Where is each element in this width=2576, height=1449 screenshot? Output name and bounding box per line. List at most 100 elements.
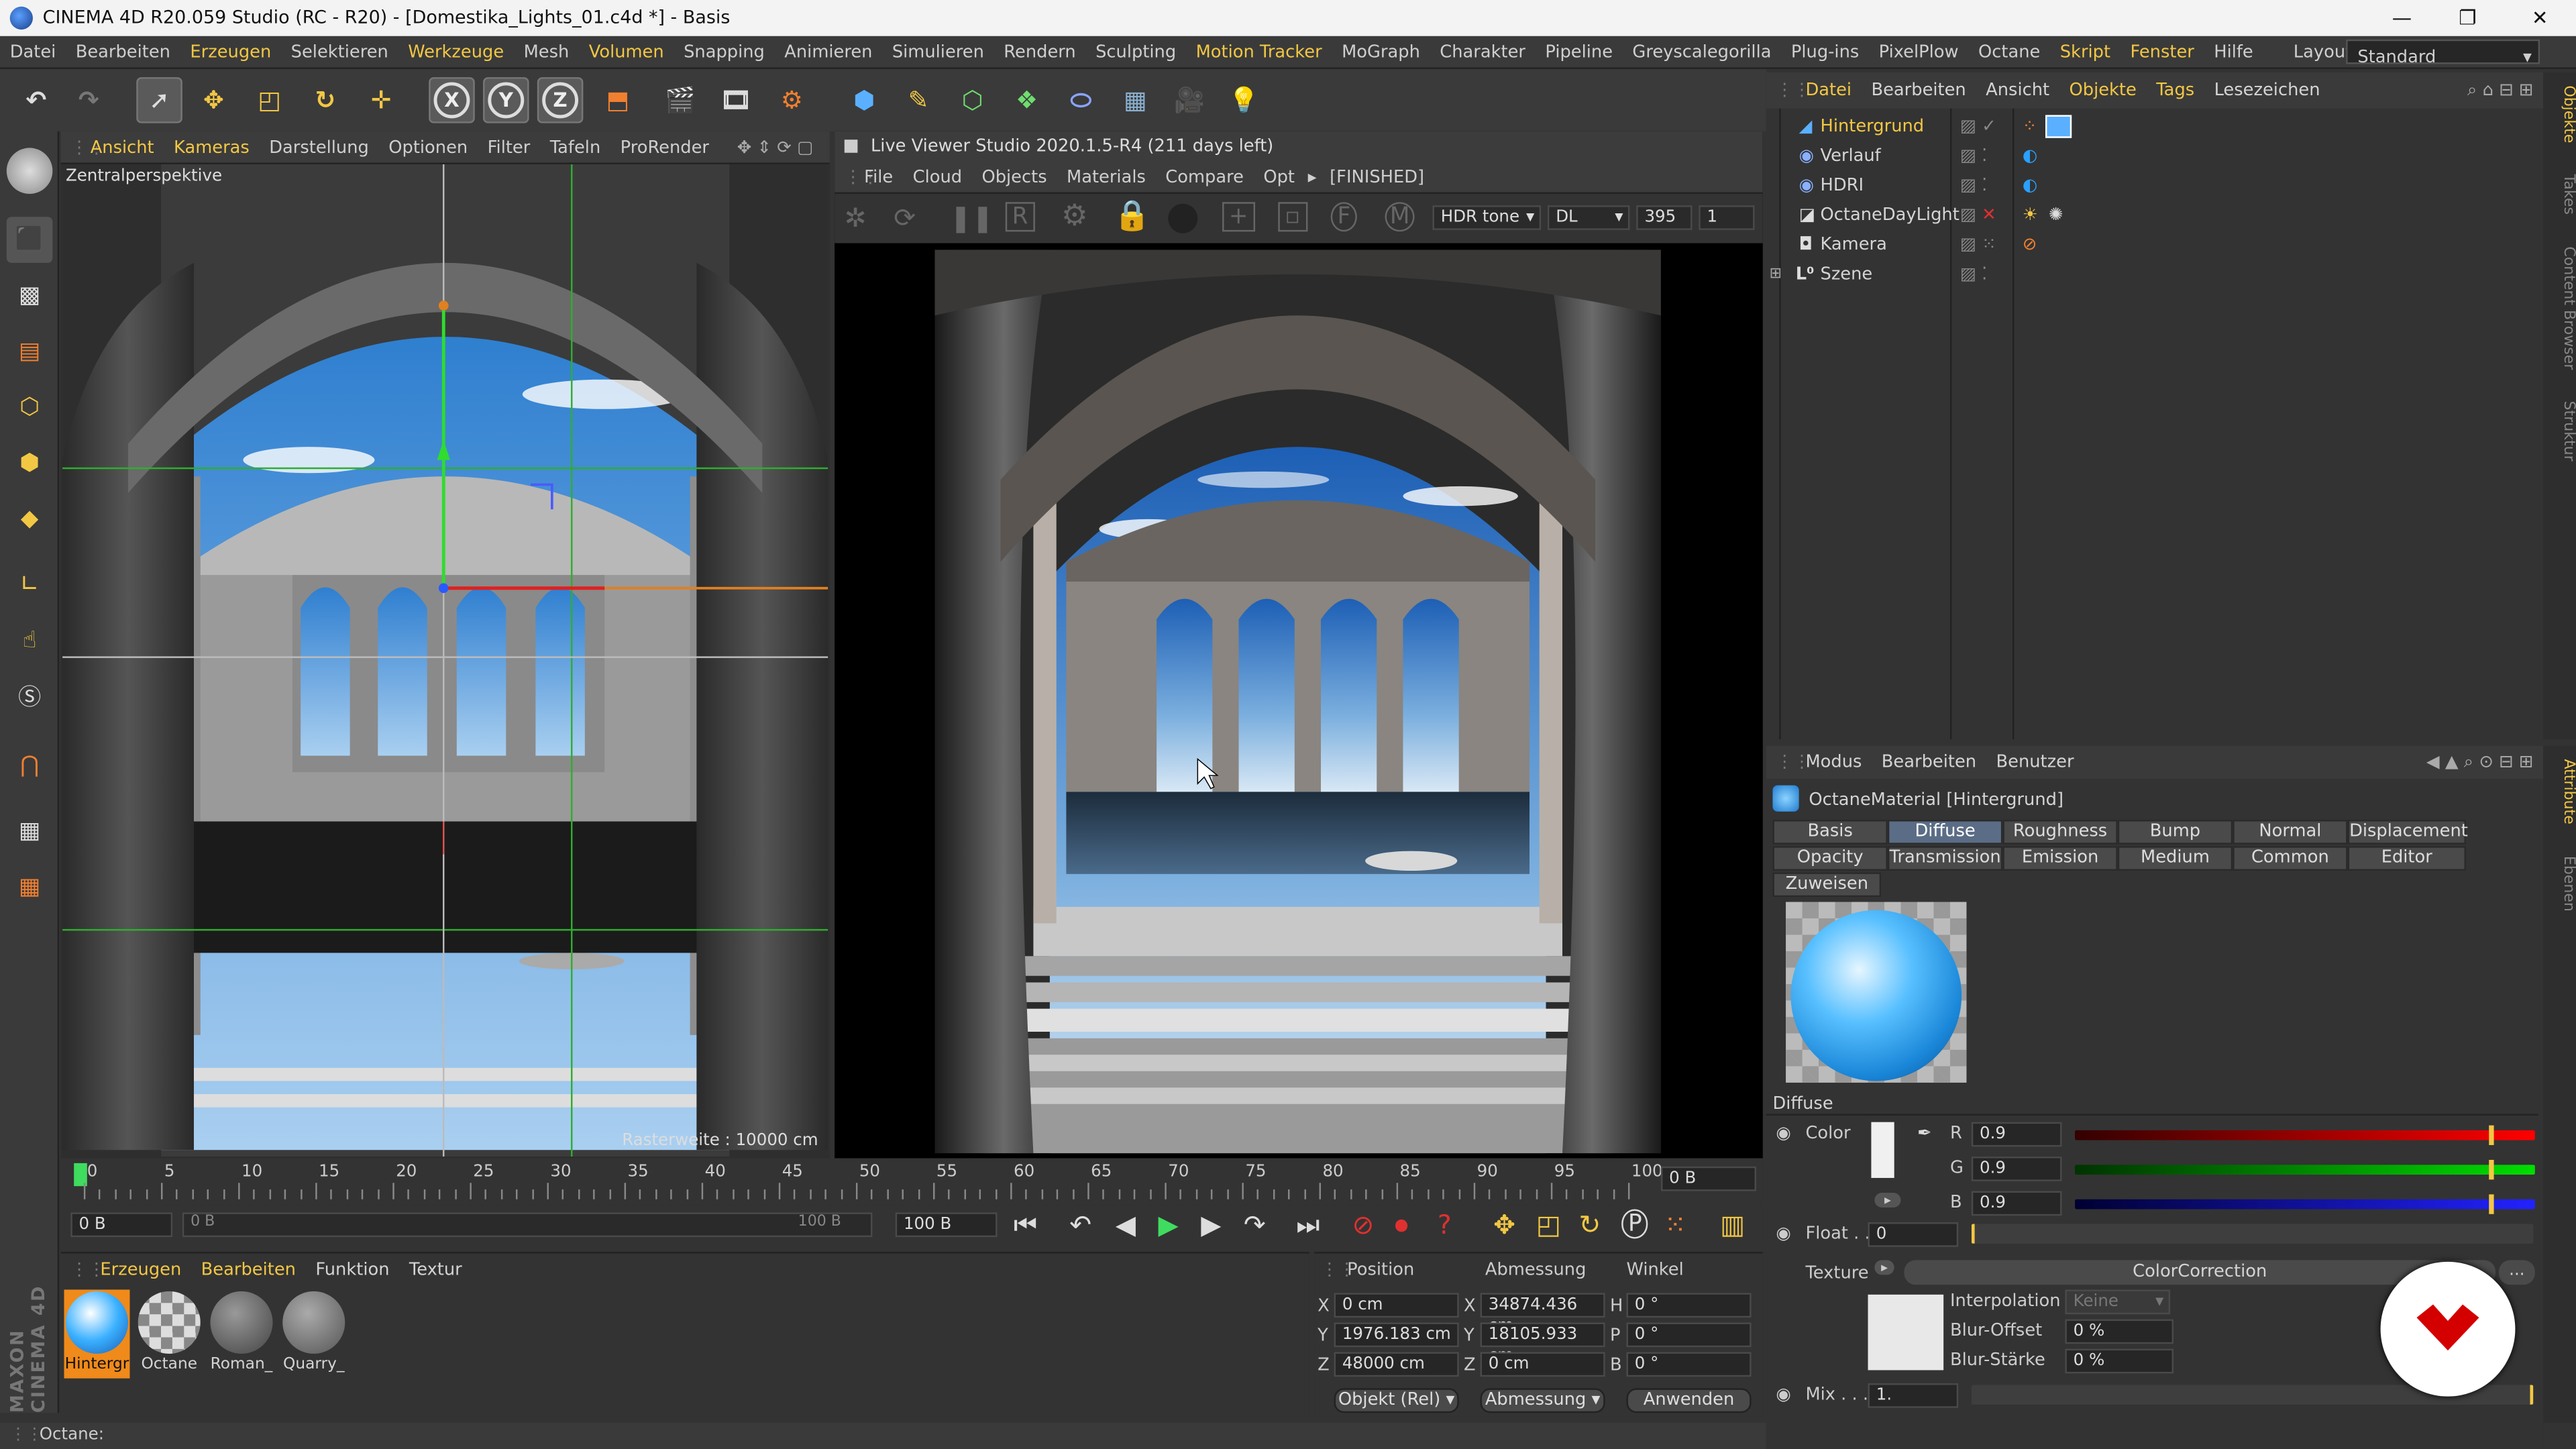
- menu-simulieren[interactable]: Simulieren: [882, 36, 994, 68]
- r-field[interactable]: 0.9: [1971, 1122, 2062, 1147]
- layout-select[interactable]: Standard ▾: [2346, 39, 2540, 67]
- object-row-kamera[interactable]: ◘ Kamera ▨ ⁙ ⊘: [1766, 230, 2543, 260]
- visibility-icon[interactable]: ▨ ⁙: [1960, 230, 1996, 260]
- tab-medium[interactable]: Medium: [2117, 846, 2233, 871]
- keyframe-help-icon[interactable]: ?: [1438, 1209, 1452, 1240]
- side-tab-content-browser[interactable]: Content Browser: [2560, 233, 2576, 382]
- render-view-icon[interactable]: 🎬: [657, 77, 704, 123]
- count-field[interactable]: 1: [1699, 205, 1755, 230]
- lv-menu-compare[interactable]: Compare: [1156, 160, 1254, 193]
- y-axis-lock-icon[interactable]: Y: [483, 77, 529, 123]
- tab-displacement[interactable]: Displacement: [2347, 820, 2468, 845]
- menu-erzeugen[interactable]: Erzeugen: [180, 36, 281, 68]
- object-row-hdri[interactable]: ◉ HDRI ▨ ⁚ ◐: [1766, 171, 2543, 201]
- close-button[interactable]: ✕: [2507, 0, 2573, 36]
- model-mode-icon[interactable]: ⬛: [6, 217, 53, 263]
- objects-menu-ansicht[interactable]: Ansicht: [1976, 80, 2059, 100]
- lv-menu-opt[interactable]: Opt: [1254, 160, 1305, 193]
- menu-skript[interactable]: Skript: [2050, 36, 2121, 68]
- attr-menu-bearbeiten[interactable]: Bearbeiten: [1872, 753, 1986, 772]
- next-key-icon[interactable]: ↷: [1244, 1209, 1266, 1240]
- blur-offset-field[interactable]: 0 %: [2065, 1319, 2174, 1344]
- r-slider[interactable]: [2075, 1130, 2535, 1140]
- tab-common[interactable]: Common: [2233, 846, 2348, 871]
- size-x-field[interactable]: 34874.436 cm: [1480, 1293, 1605, 1336]
- axis-mode-icon[interactable]: ∟: [7, 562, 53, 608]
- object-row-hintergrund[interactable]: ◢ Hintergrund ▨ ✓ ⁘: [1766, 112, 2543, 142]
- pick-focus-f-icon[interactable]: F: [1330, 202, 1358, 232]
- apply-button[interactable]: Anwenden: [1626, 1388, 1752, 1413]
- lv-menu-objects[interactable]: Objects: [972, 160, 1057, 193]
- key-scale-icon[interactable]: ◰: [1536, 1209, 1561, 1240]
- coordinate-mode-select[interactable]: Objekt (Rel) ▾: [1334, 1388, 1459, 1413]
- b-slider[interactable]: [2075, 1199, 2535, 1210]
- settings-gear-icon[interactable]: ⚙: [1061, 199, 1088, 233]
- x-axis-lock-icon[interactable]: X: [429, 77, 475, 123]
- light-tag-icon[interactable]: ✺: [2049, 201, 2063, 230]
- pick-material-icon[interactable]: ▫: [1278, 202, 1307, 232]
- angle-b-field[interactable]: 0 °: [1626, 1352, 1752, 1377]
- menu-plug-ins[interactable]: Plug-ins: [1781, 36, 1869, 68]
- menu-motion-tracker[interactable]: Motion Tracker: [1186, 36, 1332, 68]
- attr-nav-icons[interactable]: ◀ ▲ ⌕ ⊙ ⊟ ⊞: [2426, 751, 2533, 773]
- key-rotation-icon[interactable]: ↻: [1578, 1209, 1601, 1240]
- viewport-menu-optionen[interactable]: Optionen: [379, 131, 478, 164]
- object-row-szene[interactable]: ⊞ L⁰ Szene ▨ ⁚: [1766, 260, 2543, 289]
- timeline[interactable]: 0 5 10 15 20 25 30 35 40 45 50 55 60 65 70 75 80 85 90 95 10…: [60, 1159, 1763, 1206]
- camera-icon[interactable]: 🎥: [1167, 77, 1213, 123]
- size-z-field[interactable]: 0 cm: [1480, 1352, 1605, 1377]
- menu-pipeline[interactable]: Pipeline: [1536, 36, 1623, 68]
- lv-menu-file[interactable]: File: [854, 160, 902, 193]
- floor-environment-icon[interactable]: ▦: [1112, 77, 1159, 123]
- tab-zuweisen[interactable]: Zuweisen: [1772, 872, 1882, 898]
- viewport-menu-darstellung[interactable]: Darstellung: [260, 131, 379, 164]
- render-picture-viewer-icon[interactable]: 🎞: [713, 77, 759, 123]
- object-row-verlauf[interactable]: ◉ Verlauf ▨ ⁚ ◐: [1766, 142, 2543, 171]
- cube-primitive-icon[interactable]: ⬢: [841, 77, 888, 123]
- deformer-icon[interactable]: ⬭: [1058, 77, 1104, 123]
- samples-field[interactable]: 395: [1636, 205, 1693, 230]
- size-mode-select[interactable]: Abmessung ▾: [1480, 1388, 1605, 1413]
- send-scene-icon[interactable]: ✲: [845, 202, 867, 233]
- b-field[interactable]: 0.9: [1971, 1191, 2062, 1216]
- tab-editor[interactable]: Editor: [2347, 846, 2466, 871]
- maximize-button[interactable]: ❐: [2434, 0, 2500, 36]
- lv-menu-cloud[interactable]: Cloud: [903, 160, 972, 193]
- menu-werkzeuge[interactable]: Werkzeuge: [398, 36, 514, 68]
- camera-tag-icon[interactable]: ⊘: [2023, 230, 2037, 260]
- g-field[interactable]: 0.9: [1971, 1157, 2062, 1181]
- current-frame-field[interactable]: 0 B: [1660, 1166, 1756, 1191]
- lock-workplane-icon[interactable]: ▦: [7, 808, 53, 855]
- mode-sphere-icon[interactable]: [6, 148, 53, 194]
- z-axis-lock-icon[interactable]: Z: [537, 77, 584, 123]
- tab-basis[interactable]: Basis: [1772, 820, 1888, 845]
- array-generator-icon[interactable]: ❖: [1004, 77, 1050, 123]
- menu-rendern[interactable]: Rendern: [994, 36, 1086, 68]
- r-slider-knob[interactable]: [2489, 1125, 2494, 1145]
- next-frame-icon[interactable]: ▶: [1201, 1209, 1221, 1240]
- objects-menu-datei[interactable]: Datei: [1796, 80, 1862, 100]
- end-frame-field[interactable]: 100 B: [895, 1212, 998, 1238]
- tab-roughness[interactable]: Roughness: [2002, 820, 2118, 845]
- scale-tool-icon[interactable]: ◰: [246, 77, 292, 123]
- side-tab-attribute[interactable]: Attribute: [2560, 746, 2576, 838]
- polygons-mode-icon[interactable]: ◆: [7, 496, 53, 543]
- side-tab-objekte[interactable]: Objekte: [2560, 72, 2576, 156]
- g-slider-knob[interactable]: [2489, 1159, 2494, 1180]
- autokey-icon[interactable]: ⏺: [1395, 1209, 1408, 1242]
- viewport-menu-tafeln[interactable]: Tafeln: [540, 131, 610, 164]
- timeline-layout-icon[interactable]: ▥: [1720, 1209, 1745, 1240]
- float-slider[interactable]: [1971, 1224, 2534, 1244]
- menu-bearbeiten[interactable]: Bearbeiten: [66, 36, 180, 68]
- pick-focus-icon[interactable]: +: [1222, 202, 1255, 232]
- material-slot-quarry[interactable]: Quarry_: [281, 1289, 347, 1378]
- edges-mode-icon[interactable]: ⬢: [7, 440, 53, 486]
- menu-snapping[interactable]: Snapping: [674, 36, 774, 68]
- float-field[interactable]: 0: [1868, 1222, 1959, 1247]
- menu-mograph[interactable]: MoGraph: [1332, 36, 1430, 68]
- editor-viewport[interactable]: ⋮⋮ Ansicht Kameras Darstellung Optionen …: [60, 131, 830, 1159]
- viewport-menu-prorender[interactable]: ProRender: [610, 131, 719, 164]
- pause-render-icon[interactable]: ❚❚: [950, 202, 994, 233]
- tone-select[interactable]: HDR tone ▾: [1432, 205, 1542, 230]
- select-tool-icon[interactable]: ➚: [136, 77, 182, 123]
